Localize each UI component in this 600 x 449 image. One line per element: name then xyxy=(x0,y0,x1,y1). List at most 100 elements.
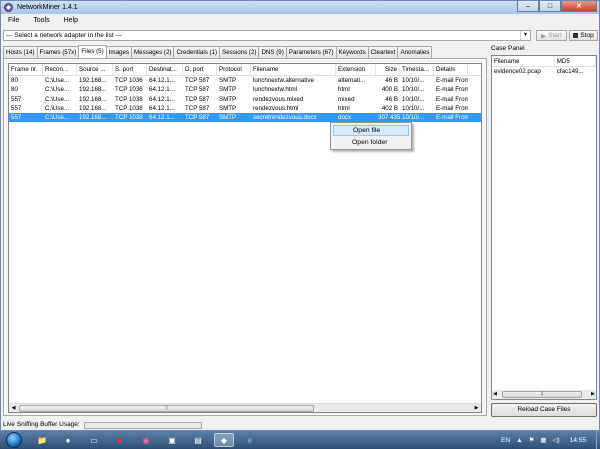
case-column-filename[interactable]: Filename xyxy=(492,56,555,66)
tab-credentials[interactable]: Credentials (1) xyxy=(173,46,221,58)
tab-files[interactable]: Files (5) xyxy=(78,45,107,58)
maximize-button[interactable]: □ xyxy=(539,1,561,12)
table-cell: 10/10/... xyxy=(402,77,425,84)
tab-images[interactable]: Images xyxy=(105,46,132,58)
context-menu-open-file[interactable]: Open file xyxy=(333,125,409,136)
column-header[interactable]: Size xyxy=(376,64,400,75)
table-cell: 46 B xyxy=(385,77,398,84)
menu-tools[interactable]: Tools xyxy=(26,17,56,24)
title-bar[interactable]: ◆ NetworkMiner 1.4.1 – □ ✕ xyxy=(1,1,599,14)
tab-cleartext[interactable]: Cleartext xyxy=(367,46,399,58)
tray-arrow-icon[interactable]: ▲ xyxy=(516,437,522,444)
internet-explorer-icon[interactable]: e xyxy=(240,433,260,447)
case-column-md5[interactable]: MD5 xyxy=(555,56,596,66)
table-cell: 64.12.1... xyxy=(149,86,175,94)
table-cell: SMTP xyxy=(219,114,237,122)
table-cell: 557 xyxy=(11,104,22,112)
scroll-left-icon[interactable]: ◀ xyxy=(9,404,18,412)
case-scrollbar-thumb[interactable]: ⫼ xyxy=(502,391,582,398)
table-cell: C:\Use... xyxy=(45,114,70,122)
reload-case-files-button[interactable]: Reload Case Files xyxy=(491,403,597,417)
volume-icon[interactable]: ◁) xyxy=(553,436,560,444)
table-cell: alternati... xyxy=(338,77,366,84)
case-list-row[interactable]: evidence02.pcap cfac149... xyxy=(492,67,596,77)
stop-button-label: Stop xyxy=(580,32,594,39)
flag-icon[interactable]: ⚑ xyxy=(529,436,535,444)
table-cell: SMTP xyxy=(219,77,237,84)
menu-help[interactable]: Help xyxy=(57,17,85,24)
terminal-icon[interactable]: ▣ xyxy=(162,433,182,447)
table-cell: 192.168... xyxy=(79,86,107,94)
windows-start-icon[interactable] xyxy=(6,432,22,448)
table-cell: E-mail From xyxy=(436,104,468,112)
case-files-list: Filename MD5 evidence02.pcap cfac149... … xyxy=(491,55,597,400)
tab-messages[interactable]: Messages (2) xyxy=(131,46,175,58)
case-list-header: Filename MD5 xyxy=(492,56,596,67)
tab-keywords[interactable]: Keywords xyxy=(335,46,369,58)
explorer-icon[interactable]: 📁 xyxy=(32,433,52,447)
column-header[interactable]: Recon... xyxy=(43,64,77,75)
table-cell: TCP 587 xyxy=(185,77,210,84)
dropdown-arrow-icon[interactable]: ▼ xyxy=(520,31,530,40)
scroll-right-icon[interactable]: ▶ xyxy=(472,404,481,412)
column-header[interactable]: Protocol xyxy=(217,64,251,75)
minimize-button[interactable]: – xyxy=(517,1,539,12)
table-cell: E-mail From xyxy=(436,86,468,94)
network-icon[interactable]: ▦ xyxy=(540,436,546,444)
close-button[interactable]: ✕ xyxy=(561,1,597,12)
minimize-icon: – xyxy=(526,2,530,10)
scroll-left-icon[interactable]: ◀ xyxy=(493,390,497,399)
table-cell: TCP 1036 xyxy=(115,86,143,94)
table-cell: mixed xyxy=(338,95,355,103)
table-cell: SMTP xyxy=(219,104,237,112)
table-cell: secretrendezvous.docx xyxy=(253,114,317,122)
context-menu-open-folder[interactable]: Open folder xyxy=(333,137,409,148)
table-cell: TCP 1036 xyxy=(115,77,143,84)
tab-anomalies[interactable]: Anomalies xyxy=(397,46,433,58)
tool-icon[interactable]: ▤ xyxy=(188,433,208,447)
column-header[interactable]: Frame nr. xyxy=(9,64,43,75)
start-button[interactable]: ▶ Start xyxy=(536,30,567,41)
networkminer-taskbar-icon[interactable]: ◆ xyxy=(214,433,234,447)
table-cell: lunchnextw.alternative xyxy=(253,77,314,84)
table-cell: 64.12.1... xyxy=(149,104,175,112)
case-horizontal-scrollbar[interactable]: ◀ ⫼ ▶ xyxy=(492,390,596,399)
column-header[interactable]: Timesta... xyxy=(400,64,434,75)
tab-dns[interactable]: DNS (9) xyxy=(258,46,287,58)
case-file-name: evidence02.pcap xyxy=(494,68,541,75)
tab-hosts[interactable]: Hosts (14) xyxy=(3,46,38,58)
column-header[interactable]: Filename xyxy=(251,64,336,75)
table-row[interactable]: 80 C:\Use... 192.168... TCP 1036 64.12.1... T… xyxy=(9,85,481,94)
files-horizontal-scrollbar[interactable]: ◀ ⫼ ▶ xyxy=(9,403,481,412)
pdf-reader-icon[interactable]: ■ xyxy=(110,433,130,447)
networkminer-app-icon: ◆ xyxy=(4,3,13,12)
files-table-body: 80 C:\Use... 192.168... TCP 1036 64.12.1... T… xyxy=(9,76,481,123)
column-header[interactable]: D. port xyxy=(183,64,217,75)
tab-parameters[interactable]: Parameters (67) xyxy=(285,46,337,58)
column-header[interactable]: Extension xyxy=(336,64,376,75)
table-cell: C:\Use... xyxy=(45,86,70,94)
table-cell: 10/10/... xyxy=(402,95,425,103)
menu-file[interactable]: File xyxy=(1,17,26,24)
language-indicator[interactable]: EN xyxy=(501,437,510,444)
column-header[interactable]: Destinat... xyxy=(147,64,183,75)
firefox-icon[interactable]: ● xyxy=(58,433,78,447)
table-row[interactable]: 557 C:\Use... 192.168... TCP 1038 64.12.1...… xyxy=(9,104,481,113)
table-row[interactable]: 80 C:\Use... 192.168... TCP 1036 64.12.1... T… xyxy=(9,76,481,85)
table-cell: TCP 1038 xyxy=(115,95,143,103)
show-desktop-button[interactable] xyxy=(596,431,600,449)
stop-button[interactable]: Stop xyxy=(569,30,598,41)
media-icon[interactable]: ◉ xyxy=(136,433,156,447)
scrollbar-thumb[interactable]: ⫼ xyxy=(19,405,314,412)
folder-icon[interactable]: ▭ xyxy=(84,433,104,447)
table-cell: TCP 587 xyxy=(185,114,210,122)
tab-frames[interactable]: Frames (57x) xyxy=(36,46,80,58)
column-header[interactable]: Source ... xyxy=(77,64,113,75)
table-row[interactable]: 557 C:\Use... 192.168... TCP 1038 64.12.1...… xyxy=(9,95,481,104)
clock[interactable]: 14:55 xyxy=(570,437,586,444)
tab-sessions[interactable]: Sessions (2) xyxy=(219,46,260,58)
scroll-right-icon[interactable]: ▶ xyxy=(591,390,595,399)
column-header[interactable]: Details xyxy=(434,64,468,75)
column-header[interactable]: S. port xyxy=(113,64,147,75)
network-adapter-select[interactable]: --- Select a network adapter in the list… xyxy=(3,30,531,41)
